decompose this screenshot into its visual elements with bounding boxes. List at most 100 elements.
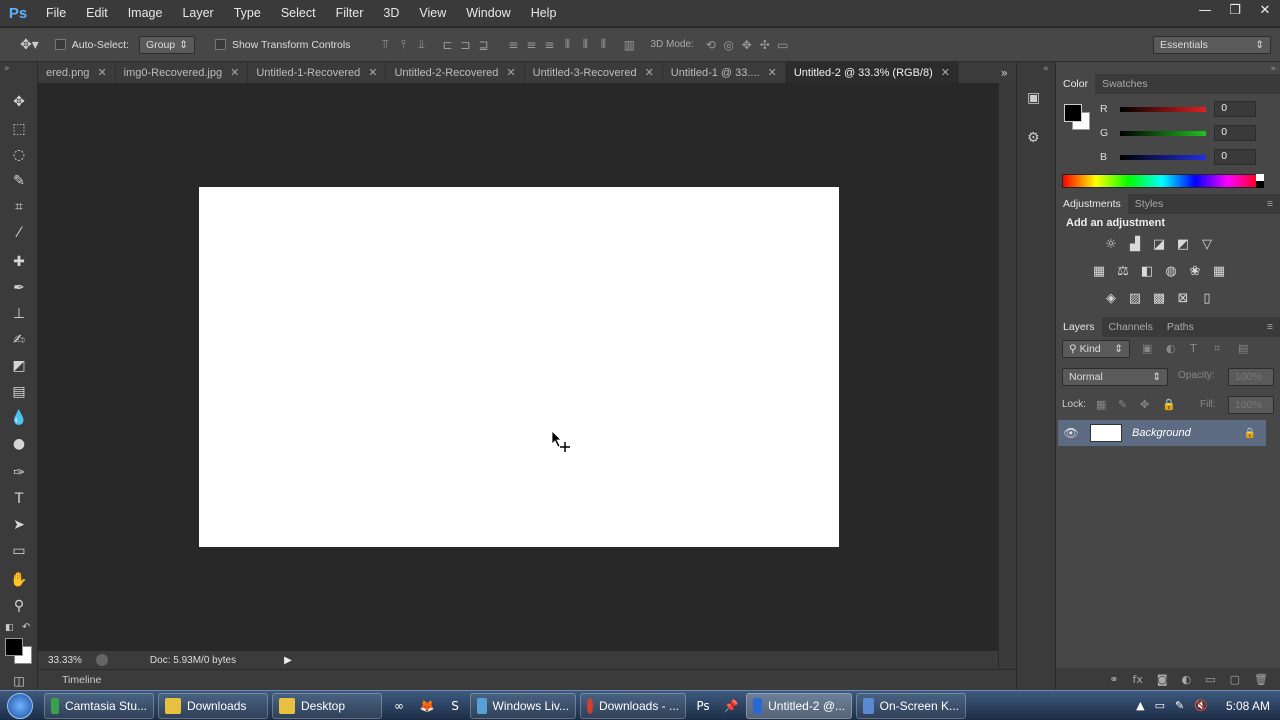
rectangle-tool-icon[interactable]: ▭ bbox=[7, 540, 31, 562]
3d-slide-icon[interactable]: ✣ bbox=[756, 36, 774, 54]
link-layers-icon[interactable]: ⚭ bbox=[1109, 673, 1118, 686]
tab-document[interactable]: ered.png ✕ bbox=[38, 62, 116, 83]
healing-brush-tool-icon[interactable]: ✚ bbox=[7, 251, 31, 273]
vibrance-icon[interactable]: ▽ bbox=[1198, 236, 1216, 252]
hue-saturation-icon[interactable]: ▦ bbox=[1090, 263, 1108, 279]
marquee-tool-icon[interactable]: ⬚ bbox=[7, 118, 31, 140]
minimize-button[interactable]: — bbox=[1190, 0, 1220, 20]
curves-icon[interactable]: ◪ bbox=[1150, 236, 1168, 252]
taskbar-item[interactable]: Downloads - ... bbox=[580, 692, 686, 719]
tab-color[interactable]: Color bbox=[1056, 74, 1096, 94]
red-slider[interactable] bbox=[1120, 106, 1206, 112]
photo-filter-icon[interactable]: ◍ bbox=[1162, 263, 1180, 279]
menu-type[interactable]: Type bbox=[224, 0, 271, 27]
brightness-contrast-icon[interactable]: ☼ bbox=[1102, 236, 1120, 252]
properties-panel-icon[interactable]: ⚙ bbox=[1027, 130, 1040, 146]
layer-filter-dropdown[interactable]: ⚲ Kind ⇕ bbox=[1062, 340, 1130, 358]
layer-row[interactable]: 👁 Background 🔒 bbox=[1058, 420, 1266, 446]
default-colors-icon[interactable]: ◧ bbox=[5, 623, 14, 633]
zoom-level[interactable]: 33.33% bbox=[48, 655, 82, 666]
lock-all-icon[interactable]: 🔒 bbox=[1162, 398, 1176, 411]
color-lookup-icon[interactable]: ▦ bbox=[1210, 263, 1228, 279]
3d-rotate-icon[interactable]: ⟲ bbox=[702, 36, 720, 54]
tray-monitor-icon[interactable]: ▭ bbox=[1155, 699, 1165, 712]
auto-select-checkbox[interactable] bbox=[54, 39, 66, 50]
red-value[interactable]: 0 bbox=[1214, 101, 1256, 117]
tab-swatches[interactable]: Swatches bbox=[1095, 74, 1155, 94]
taskbar-item-active[interactable]: Untitled-2 @... bbox=[746, 692, 852, 719]
collapse-icon[interactable]: » bbox=[4, 64, 10, 74]
align-left-icon[interactable]: ⊏ bbox=[438, 36, 456, 54]
swap-colors-icon[interactable]: ↶ bbox=[22, 622, 30, 633]
brush-tool-icon[interactable]: ✒ bbox=[7, 277, 31, 299]
blend-mode-dropdown[interactable]: Normal ⇕ bbox=[1062, 368, 1168, 386]
close-button[interactable]: ✕ bbox=[1250, 0, 1280, 20]
posterize-icon[interactable]: ▨ bbox=[1126, 290, 1144, 306]
clock[interactable]: 5:08 AM bbox=[1226, 699, 1270, 713]
new-layer-icon[interactable]: ▢ bbox=[1230, 673, 1240, 686]
pin-icon[interactable]: 📌 bbox=[720, 695, 742, 717]
transform-controls-checkbox[interactable] bbox=[214, 39, 226, 50]
menu-3d[interactable]: 3D bbox=[373, 0, 409, 27]
panel-menu-icon[interactable]: ≡ bbox=[1260, 317, 1280, 337]
collapse-icon[interactable]: « bbox=[1043, 64, 1049, 74]
tray-expand-icon[interactable]: ▲ bbox=[1136, 699, 1144, 712]
menu-edit[interactable]: Edit bbox=[76, 0, 118, 27]
menu-file[interactable]: File bbox=[36, 0, 76, 27]
distribute-left-icon[interactable]: ⦀ bbox=[558, 36, 576, 54]
document-canvas[interactable] bbox=[199, 187, 839, 547]
hand-tool-icon[interactable]: ✋ bbox=[7, 569, 31, 591]
restore-button[interactable]: ❐ bbox=[1220, 0, 1250, 20]
taskbar-item[interactable]: Desktop bbox=[272, 692, 382, 719]
tab-layers[interactable]: Layers bbox=[1056, 317, 1102, 337]
tab-adjustments[interactable]: Adjustments bbox=[1056, 194, 1128, 214]
black-white-icon[interactable]: ◧ bbox=[1138, 263, 1156, 279]
foreground-color-swatch[interactable] bbox=[5, 638, 23, 656]
type-tool-icon[interactable]: T bbox=[7, 488, 31, 510]
pen-tool-icon[interactable]: ✑ bbox=[7, 462, 31, 484]
trash-icon[interactable]: 🗑 bbox=[1254, 673, 1268, 686]
align-hcenter-icon[interactable]: ⊐ bbox=[456, 36, 474, 54]
history-brush-tool-icon[interactable]: ✍ bbox=[7, 329, 31, 351]
tab-styles[interactable]: Styles bbox=[1128, 194, 1171, 214]
levels-icon[interactable]: ▟ bbox=[1126, 236, 1144, 252]
fx-icon[interactable]: fx bbox=[1133, 673, 1143, 686]
filter-type-icon[interactable]: T bbox=[1190, 342, 1197, 355]
menu-view[interactable]: View bbox=[409, 0, 456, 27]
menu-window[interactable]: Window bbox=[456, 0, 520, 27]
green-value[interactable]: 0 bbox=[1214, 125, 1256, 141]
timeline-label[interactable]: Timeline bbox=[62, 674, 101, 686]
lock-image-icon[interactable]: ✎ bbox=[1118, 398, 1127, 411]
3d-scale-icon[interactable]: ▭ bbox=[774, 36, 792, 54]
green-slider[interactable] bbox=[1120, 130, 1206, 136]
panel-menu-icon[interactable]: ≡ bbox=[1260, 194, 1280, 214]
vertical-scrollbar[interactable] bbox=[998, 83, 1016, 669]
color-spectrum-bar[interactable] bbox=[1062, 174, 1262, 188]
volume-mute-icon[interactable]: 🔇 bbox=[1194, 699, 1208, 712]
menu-layer[interactable]: Layer bbox=[172, 0, 223, 27]
filter-adjustment-icon[interactable]: ◐ bbox=[1166, 342, 1176, 355]
collapse-icon[interactable]: » bbox=[1270, 64, 1276, 74]
exposure-icon[interactable]: ◩ bbox=[1174, 236, 1192, 252]
distribute-right-icon[interactable]: ⦀ bbox=[594, 36, 612, 54]
menu-image[interactable]: Image bbox=[118, 0, 173, 27]
quick-mask-icon[interactable]: ◫ bbox=[7, 670, 31, 692]
lock-position-icon[interactable]: ✥ bbox=[1140, 398, 1149, 411]
skype-icon[interactable]: S bbox=[444, 695, 466, 717]
gradient-tool-icon[interactable]: ▤ bbox=[7, 381, 31, 403]
taskbar-item[interactable]: On-Screen K... bbox=[856, 692, 966, 719]
close-icon[interactable]: ✕ bbox=[941, 66, 950, 79]
gradient-map-icon[interactable]: ▯ bbox=[1198, 290, 1216, 306]
taskbar-item[interactable]: Camtasia Stu... bbox=[44, 692, 154, 719]
infinity-icon[interactable]: ∞ bbox=[388, 695, 410, 717]
blue-value[interactable]: 0 bbox=[1214, 149, 1256, 165]
filter-shape-icon[interactable]: ⌗ bbox=[1214, 342, 1220, 356]
move-tool-icon[interactable]: ✥ bbox=[7, 91, 31, 113]
lasso-tool-icon[interactable]: ◌ bbox=[7, 144, 31, 166]
filter-smart-object-icon[interactable]: ▤ bbox=[1238, 342, 1248, 355]
zoom-tool-icon[interactable]: ⚲ bbox=[7, 595, 31, 617]
history-panel-icon[interactable]: ▣ bbox=[1027, 90, 1040, 106]
tab-document[interactable]: Untitled-1-Recovered ✕ bbox=[248, 62, 387, 83]
taskbar-item[interactable]: Downloads bbox=[158, 692, 268, 719]
tray-pen-icon[interactable]: ✎ bbox=[1175, 699, 1184, 712]
